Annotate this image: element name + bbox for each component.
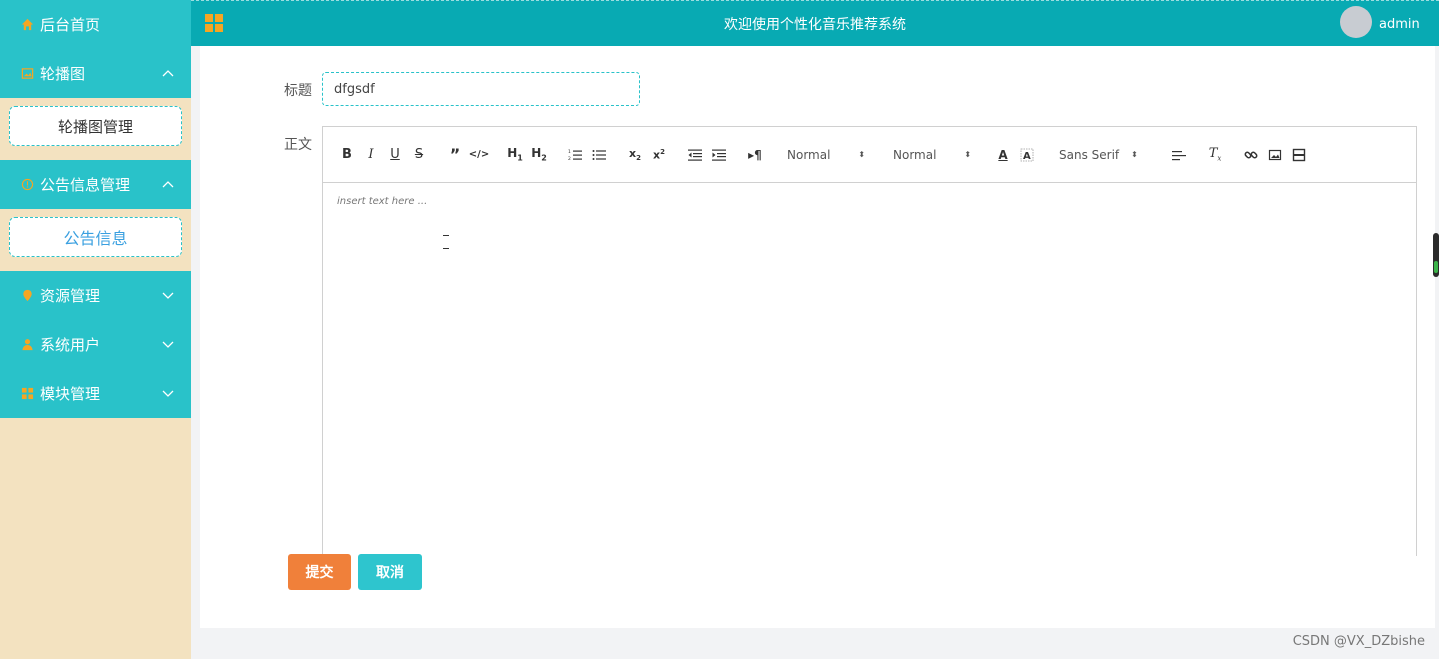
quote-icon: ” [449,145,461,164]
text-cursor [443,235,449,249]
ordered-list-button[interactable]: 12 [563,143,587,167]
svg-text:1: 1 [568,149,571,155]
align-left-icon [1172,150,1186,160]
font-color-icon: A [998,147,1008,162]
sidebar-subitem-carousel-manage[interactable]: 轮播图管理 [9,106,182,146]
sidebar-item-label: 模块管理 [40,385,101,403]
chevron-up-icon [162,70,174,77]
info-icon [20,178,34,192]
text-direction-button[interactable]: ▸¶ [743,143,767,167]
sidebar-item-label: 后台首页 [40,16,101,34]
submit-button[interactable]: 提交 [288,554,351,590]
code-icon: </> [468,149,490,160]
top-header: 欢迎使用个性化音乐推荐系统 admin [191,0,1439,46]
form-panel: 标题 正文 B I U S ” </> H1 H2 12 x2 x2 [200,46,1435,628]
chevron-down-icon [162,292,174,299]
rich-text-editor: B I U S ” </> H1 H2 12 x2 x2 ▸¶ Normal ⬍… [322,126,1417,556]
header-picker[interactable]: Normal ⬍ [779,143,873,167]
outdent-icon [688,149,702,161]
home-icon [20,18,34,32]
submenu-carousel: 轮播图管理 [0,98,191,160]
sidebar-item-modules[interactable]: 模块管理 [0,369,191,418]
sidebar-item-label: 资源管理 [40,287,101,305]
bullet-list-button[interactable] [587,143,611,167]
editor-content[interactable]: insert text here ... [323,183,1416,556]
sidebar-item-notice[interactable]: 公告信息管理 [0,160,191,209]
outdent-button[interactable] [683,143,707,167]
content-label: 正文 [284,137,312,153]
background-color-button[interactable]: A [1015,143,1039,167]
editor-toolbar: B I U S ” </> H1 H2 12 x2 x2 ▸¶ Normal ⬍… [323,127,1416,183]
sidebar-item-label: 系统用户 [40,336,101,354]
sidebar: 后台首页 轮播图 轮播图管理 公告信息管理 公告信息 资源管理 系统用户 模块管… [0,0,191,659]
header-1-button[interactable]: H1 [503,143,527,167]
size-picker[interactable]: Normal ⬍ [885,143,979,167]
blockquote-button[interactable]: ” [443,143,467,167]
user-icon [20,338,34,352]
font-picker-label: Sans Serif [1059,147,1120,162]
text-color-button[interactable]: A [991,143,1015,167]
header-picker-label: Normal [787,147,831,162]
indent-icon [712,149,726,161]
updown-icon: ⬍ [964,150,972,159]
bold-button[interactable]: B [335,143,359,167]
chevron-down-icon [162,341,174,348]
sidebar-item-label: 轮播图 [40,65,86,83]
sidebar-subitem-notice-info[interactable]: 公告信息 [9,217,182,257]
italic-button[interactable]: I [359,143,383,167]
size-picker-label: Normal [893,147,937,162]
image-icon [1268,149,1282,160]
editor-placeholder: insert text here ... [337,196,428,207]
image-button[interactable] [1263,143,1287,167]
page-title: 欢迎使用个性化音乐推荐系统 [724,17,906,33]
cancel-button[interactable]: 取消 [358,554,422,590]
avatar[interactable] [1340,6,1372,38]
align-button[interactable] [1167,143,1191,167]
svg-text:A: A [1023,151,1031,162]
pilcrow-icon: ▸¶ [748,147,762,162]
video-button[interactable] [1287,143,1311,167]
username[interactable]: admin [1379,17,1420,32]
bullet-list-icon [592,149,606,160]
link-button[interactable] [1239,143,1263,167]
submenu-notice: 公告信息 [0,209,191,271]
image-icon [20,67,34,81]
chevron-up-icon [162,181,174,188]
code-block-button[interactable]: </> [467,143,491,167]
indent-button[interactable] [707,143,731,167]
updown-icon: ⬍ [858,150,866,159]
sidebar-item-home[interactable]: 后台首页 [0,0,191,49]
strike-button[interactable]: S [407,143,431,167]
superscript-button[interactable]: x2 [647,143,671,167]
sidebar-item-users[interactable]: 系统用户 [0,320,191,369]
link-icon [1244,151,1258,158]
video-icon [1292,148,1306,161]
highlight-icon: A [1020,148,1034,162]
grid-icon [20,387,34,401]
page-scrollbar[interactable] [1433,233,1439,277]
clear-format-button[interactable]: Tx [1203,143,1227,167]
ordered-list-icon: 12 [568,149,582,162]
pin-icon [20,289,34,303]
updown-icon: ⬍ [1131,150,1138,159]
clear-format-icon: Tx [1208,146,1222,163]
watermark: CSDN @VX_DZbishe [1292,634,1425,649]
sidebar-item-carousel[interactable]: 轮播图 [0,49,191,98]
header-2-button[interactable]: H2 [527,143,551,167]
underline-button[interactable]: U [383,143,407,167]
chevron-down-icon [162,390,174,397]
svg-text:2: 2 [568,156,571,162]
subscript-button[interactable]: x2 [623,143,647,167]
sidebar-item-label: 公告信息管理 [40,176,131,194]
title-input[interactable] [322,72,640,106]
sidebar-item-resources[interactable]: 资源管理 [0,271,191,320]
font-picker[interactable]: Sans Serif ⬍ [1051,143,1155,167]
title-label: 标题 [284,83,312,99]
